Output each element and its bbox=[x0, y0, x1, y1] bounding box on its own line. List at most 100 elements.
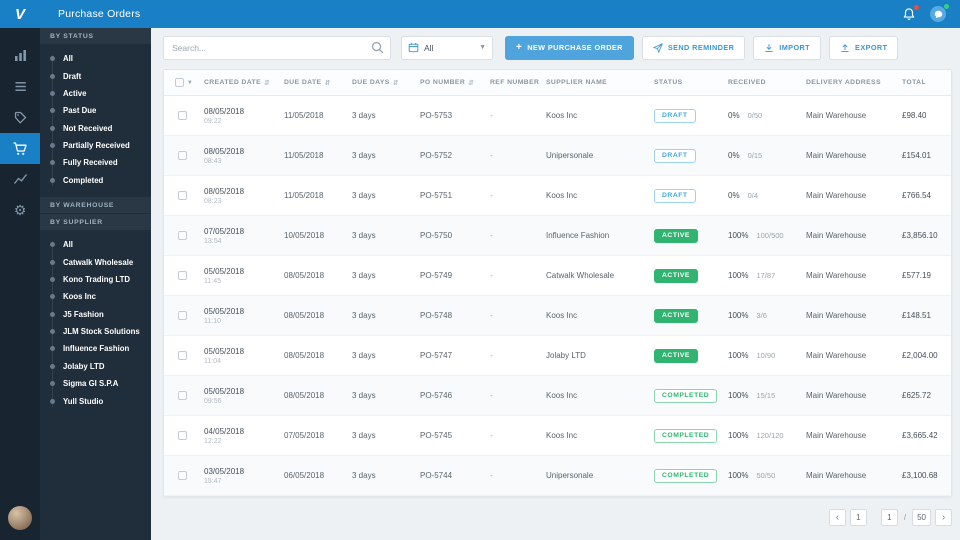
notification-bell-icon[interactable] bbox=[902, 5, 919, 21]
table-row[interactable]: 04/05/2018 12:22 07/05/2018 3 days PO-57… bbox=[164, 416, 951, 456]
table-row[interactable]: 03/05/2018 15:47 06/05/2018 3 days PO-57… bbox=[164, 456, 951, 496]
cell-po-number[interactable]: PO-5747 bbox=[420, 351, 490, 360]
column-header-po-number[interactable]: PO NUMBER ⇵ bbox=[420, 79, 490, 87]
page-1-button[interactable]: 1 bbox=[849, 509, 867, 526]
cell-received: 100% 17/87 bbox=[728, 271, 776, 280]
cell-delivery-address: Main Warehouse bbox=[806, 351, 867, 360]
search-input[interactable] bbox=[163, 35, 391, 60]
status-badge: ACTIVE bbox=[654, 268, 698, 283]
cell-delivery-address: Main Warehouse bbox=[806, 391, 867, 400]
table-row[interactable]: 05/05/2018 11:45 08/05/2018 3 days PO-57… bbox=[164, 256, 951, 296]
status-filter-item[interactable]: Partially Received bbox=[40, 137, 151, 154]
date-filter-select[interactable]: All ▼ bbox=[401, 35, 493, 60]
supplier-filter-item[interactable]: Jolaby LTD bbox=[40, 358, 151, 375]
status-filter-item[interactable]: Fully Received bbox=[40, 154, 151, 171]
bulk-select-caret-icon[interactable]: ▼ bbox=[187, 80, 193, 86]
row-checkbox[interactable] bbox=[177, 391, 187, 400]
cell-total: £625.72 bbox=[902, 391, 931, 400]
cell-po-number[interactable]: PO-5753 bbox=[420, 111, 490, 120]
row-checkbox[interactable] bbox=[177, 471, 187, 480]
help-chat-icon[interactable] bbox=[930, 4, 949, 22]
status-filter-item[interactable]: Active bbox=[40, 85, 151, 102]
prev-page-button[interactable]: ‹ bbox=[828, 509, 846, 526]
cell-po-number[interactable]: PO-5749 bbox=[420, 271, 490, 280]
cell-ref-number: - bbox=[490, 151, 493, 160]
cell-po-number[interactable]: PO-5745 bbox=[420, 431, 490, 440]
row-checkbox[interactable] bbox=[177, 311, 187, 320]
table-row[interactable]: 07/05/2018 13:54 10/05/2018 3 days PO-57… bbox=[164, 216, 951, 256]
status-filter-item[interactable]: Completed bbox=[40, 172, 151, 189]
supplier-filter-item[interactable]: Catwalk Wholesale bbox=[40, 253, 151, 270]
status-filter-item[interactable]: Not Received bbox=[40, 120, 151, 137]
cell-po-number[interactable]: PO-5748 bbox=[420, 311, 490, 320]
tag-icon[interactable] bbox=[0, 102, 40, 133]
select-all-checkbox[interactable] bbox=[174, 78, 184, 87]
sort-icon[interactable]: ⇵ bbox=[468, 79, 474, 87]
new-purchase-order-button[interactable]: + NEW PURCHASE ORDER bbox=[505, 35, 634, 60]
supplier-filter-item[interactable]: All bbox=[40, 236, 151, 253]
cart-icon[interactable] bbox=[0, 133, 40, 164]
supplier-filter-item[interactable]: Yull Studio bbox=[40, 392, 151, 409]
cell-po-number[interactable]: PO-5752 bbox=[420, 151, 490, 160]
row-checkbox[interactable] bbox=[177, 231, 187, 240]
cell-po-number[interactable]: PO-5750 bbox=[420, 231, 490, 240]
row-checkbox[interactable] bbox=[177, 351, 187, 360]
table-row[interactable]: 08/05/2018 09:22 11/05/2018 3 days PO-57… bbox=[164, 96, 951, 136]
row-checkbox[interactable] bbox=[177, 191, 187, 200]
cell-due-date: 06/05/2018 bbox=[284, 471, 325, 480]
cell-received: 100% 10/90 bbox=[728, 351, 776, 360]
gear-icon[interactable]: ⚙ bbox=[0, 195, 40, 226]
cell-total: £3,856.10 bbox=[902, 231, 938, 240]
cell-po-number[interactable]: PO-5744 bbox=[420, 471, 490, 480]
supplier-filter-item[interactable]: Sigma GI S.P.A bbox=[40, 375, 151, 392]
status-filter-item[interactable]: All bbox=[40, 50, 151, 67]
cell-supplier-name: Koos Inc bbox=[546, 111, 578, 120]
row-checkbox[interactable] bbox=[177, 151, 187, 160]
cell-created-date: 08/05/2018 09:22 bbox=[204, 106, 245, 125]
cell-po-number[interactable]: PO-5751 bbox=[420, 191, 490, 200]
cell-po-number[interactable]: PO-5746 bbox=[420, 391, 490, 400]
status-filter-item[interactable]: Past Due bbox=[40, 102, 151, 119]
current-page-input[interactable]: 1 bbox=[880, 509, 898, 526]
next-page-button[interactable]: › bbox=[935, 509, 952, 526]
bar-chart-icon[interactable] bbox=[0, 40, 40, 71]
sort-icon[interactable]: ⇵ bbox=[324, 79, 330, 87]
row-checkbox[interactable] bbox=[177, 271, 187, 280]
cell-created-date: 03/05/2018 15:47 bbox=[204, 466, 245, 485]
column-header-total: TOTAL bbox=[902, 79, 927, 86]
veeqo-logo[interactable]: V bbox=[0, 0, 40, 28]
export-button[interactable]: EXPORT bbox=[829, 35, 899, 60]
table-row[interactable]: 08/05/2018 08:43 11/05/2018 3 days PO-57… bbox=[164, 136, 951, 176]
cell-delivery-address: Main Warehouse bbox=[806, 311, 867, 320]
send-reminder-button[interactable]: SEND REMINDER bbox=[641, 35, 746, 60]
filter-header-by-status[interactable]: BY STATUS bbox=[40, 28, 151, 44]
table-row[interactable]: 05/05/2018 11:10 08/05/2018 3 days PO-57… bbox=[164, 296, 951, 336]
cell-total: £154.01 bbox=[902, 151, 931, 160]
list-icon[interactable] bbox=[0, 71, 40, 102]
user-avatar[interactable] bbox=[8, 506, 32, 530]
row-checkbox[interactable] bbox=[177, 111, 187, 120]
supplier-filter-item[interactable]: Koos Inc bbox=[40, 288, 151, 305]
supplier-filter-item[interactable]: Influence Fashion bbox=[40, 340, 151, 357]
row-checkbox[interactable] bbox=[177, 431, 187, 440]
table-row[interactable]: 05/05/2018 09:56 08/05/2018 3 days PO-57… bbox=[164, 376, 951, 416]
cell-received: 100% 120/120 bbox=[728, 431, 784, 440]
supplier-filter-item[interactable]: Kono Trading LTD bbox=[40, 271, 151, 288]
filter-sidebar: BY STATUS All Draft Active Past Due Not … bbox=[40, 28, 151, 540]
filter-header-by-supplier[interactable]: BY SUPPLIER bbox=[40, 214, 151, 230]
import-button[interactable]: IMPORT bbox=[753, 35, 822, 60]
cell-total: £577.19 bbox=[902, 271, 931, 280]
column-header-created-date[interactable]: CREATED DATE ⇵ bbox=[204, 79, 284, 87]
cell-status: COMPLETED bbox=[654, 388, 728, 403]
trend-icon[interactable] bbox=[0, 164, 40, 195]
table-row[interactable]: 08/05/2018 08:23 11/05/2018 3 days PO-57… bbox=[164, 176, 951, 216]
table-row[interactable]: 05/05/2018 11:04 08/05/2018 3 days PO-57… bbox=[164, 336, 951, 376]
sort-icon[interactable]: ⇵ bbox=[393, 79, 399, 87]
filter-header-by-warehouse[interactable]: BY WAREHOUSE bbox=[40, 197, 151, 213]
column-header-due-days[interactable]: DUE DAYS ⇵ bbox=[352, 79, 420, 87]
column-header-due-date[interactable]: DUE DATE ⇵ bbox=[284, 79, 352, 87]
supplier-filter-item[interactable]: J5 Fashion bbox=[40, 306, 151, 323]
supplier-filter-item[interactable]: JLM Stock Solutions bbox=[40, 323, 151, 340]
sort-icon[interactable]: ⇵ bbox=[264, 79, 270, 87]
status-filter-item[interactable]: Draft bbox=[40, 67, 151, 84]
